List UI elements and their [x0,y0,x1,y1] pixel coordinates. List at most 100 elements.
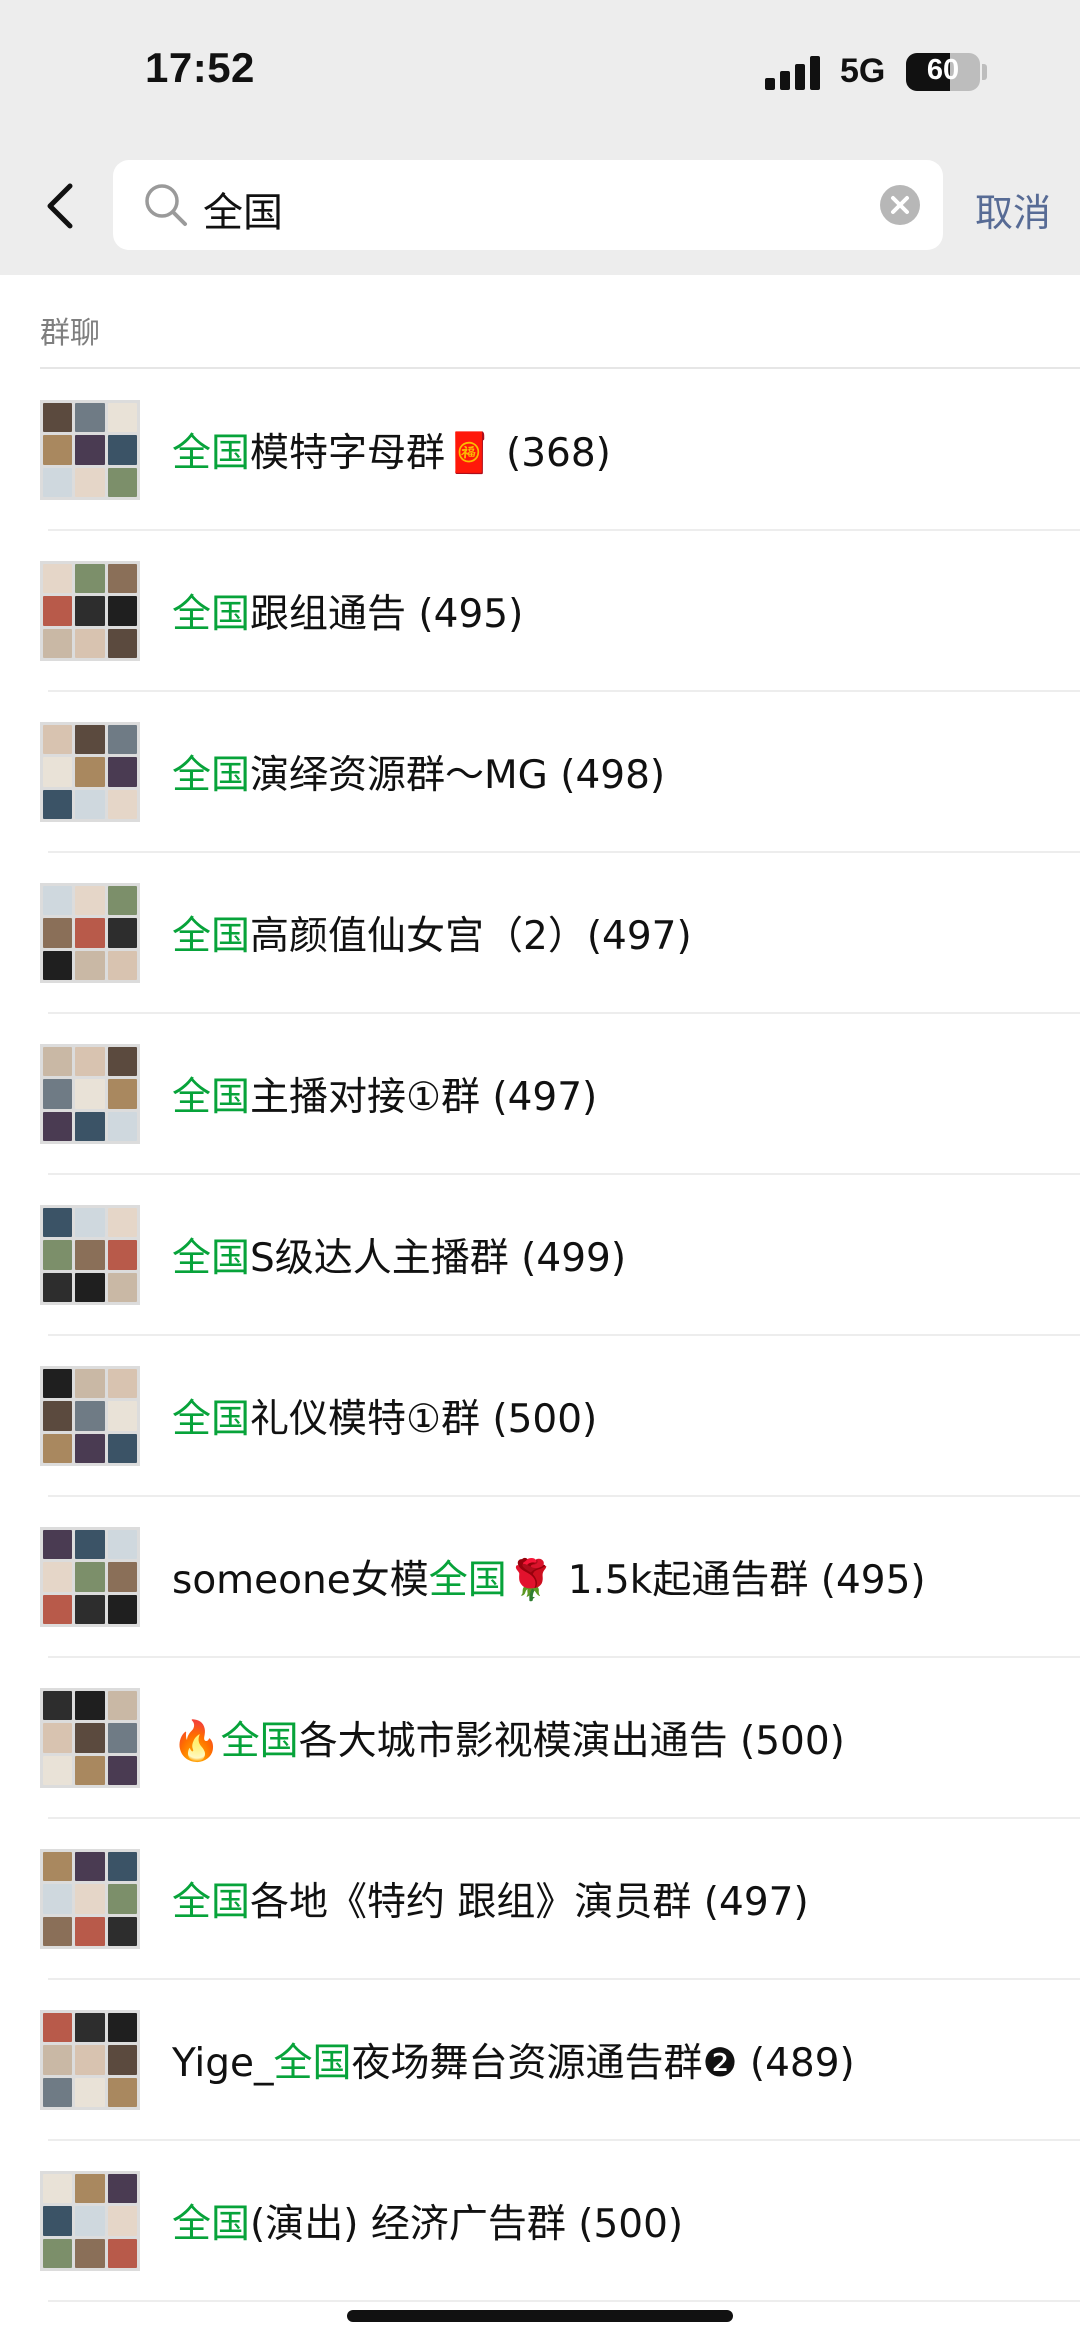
title-highlight: 全国 [172,1236,251,1281]
signal-icon [765,56,821,90]
title-highlight: 全国 [172,914,251,959]
avatar-tile [107,950,137,980]
avatar-tile [43,1433,73,1463]
group-chat-row[interactable]: 全国各地《特约 跟组》演员群 (497) [0,1819,1080,1980]
avatar-tile [75,2206,105,2236]
avatar-tile [107,1272,137,1302]
avatar-tile [75,1047,105,1077]
avatar-tile [43,435,73,465]
back-button[interactable] [40,176,80,236]
avatar-tile [75,1884,105,1914]
avatar-tile [75,403,105,433]
avatar-tile [107,2238,137,2268]
title-text: 礼仪模特①群 (500) [250,1397,598,1442]
avatar-tile [107,1401,137,1431]
group-avatar [40,883,140,983]
group-avatar [40,1688,140,1788]
title-text: 跟组通告 (495) [250,592,524,637]
avatar-tile [107,1111,137,1141]
title-text: 夜场舞台资源通告群❷ (489) [351,2041,855,2086]
avatar-tile [75,1079,105,1109]
avatar-tile [107,1691,137,1721]
avatar-tile [107,2077,137,2107]
group-chat-row[interactable]: 全国模特字母群🧧 (368) [0,370,1080,531]
avatar-tile [107,1562,137,1592]
avatar-tile [107,403,137,433]
group-chat-row[interactable]: Yige_全国夜场舞台资源通告群❷ (489) [0,1980,1080,2141]
avatar-tile [107,757,137,787]
avatar-tile [75,1916,105,1946]
avatar-tile [75,1852,105,1882]
group-chat-title: 全国主播对接①群 (497) [172,1066,597,1122]
cancel-button[interactable]: 取消 [975,182,1051,237]
title-text: 演绎资源群～MG (498) [250,753,666,798]
avatar-tile [75,1691,105,1721]
avatar-tile [43,2206,73,2236]
group-chat-title: 🔥全国各大城市影视模演出通告 (500) [172,1710,845,1766]
title-highlight: 全国 [172,1880,251,1925]
group-chat-row[interactable]: 全国高颜值仙女宫（2）(497) [0,853,1080,1014]
avatar-tile [43,403,73,433]
title-text: 🌹 1.5k起通告群 (495) [506,1558,926,1603]
avatar-tile [107,918,137,948]
group-chat-row[interactable]: someone女模全国🌹 1.5k起通告群 (495) [0,1497,1080,1658]
title-text: 高颜值仙女宫（2）(497) [250,914,692,959]
avatar-tile [75,596,105,626]
avatar-tile [43,886,73,916]
battery-percent: 60 [926,54,960,86]
avatar-tile [75,886,105,916]
group-avatar [40,722,140,822]
title-highlight: 全国 [172,1397,251,1442]
status-time: 17:52 [145,44,255,91]
avatar-tile [43,2045,73,2075]
search-query[interactable]: 全国 [203,180,283,238]
avatar-tile [107,467,137,497]
group-chat-row[interactable]: 全国S级达人主播群 (499) [0,1175,1080,1336]
group-chat-title: 全国S级达人主播群 (499) [172,1227,626,1283]
row-divider [48,2300,1080,2302]
group-avatar [40,561,140,661]
avatar-tile [75,2174,105,2204]
avatar-tile [75,435,105,465]
group-chat-row[interactable]: 全国礼仪模特①群 (500) [0,1336,1080,1497]
avatar-tile [75,1562,105,1592]
group-avatar [40,1527,140,1627]
title-text: someone女模 [172,1558,429,1603]
avatar-tile [75,1594,105,1624]
title-text: 主播对接①群 (497) [250,1075,598,1120]
avatar-tile [43,757,73,787]
avatar-tile [43,789,73,819]
group-chat-row[interactable]: 全国跟组通告 (495) [0,531,1080,692]
avatar-tile [107,564,137,594]
avatar-tile [43,1369,73,1399]
title-text: (演出) 经济广告群 (500) [250,2202,684,2247]
group-avatar [40,1366,140,1466]
avatar-tile [107,2206,137,2236]
clear-search-button[interactable] [880,185,920,225]
avatar-tile [75,564,105,594]
group-avatar [40,2171,140,2271]
chevron-left-icon [47,183,73,229]
title-highlight: 全国 [172,753,251,798]
group-chat-row[interactable]: 🔥全国各大城市影视模演出通告 (500) [0,1658,1080,1819]
avatar-tile [43,1755,73,1785]
avatar-tile [107,1079,137,1109]
avatar-tile [107,1916,137,1946]
group-chat-row[interactable]: 全国主播对接①群 (497) [0,1014,1080,1175]
group-avatar [40,1849,140,1949]
search-icon [145,184,187,226]
group-chat-row[interactable]: 全国(演出) 经济广告群 (500) [0,2141,1080,2302]
group-chat-title: someone女模全国🌹 1.5k起通告群 (495) [172,1549,926,1605]
avatar-tile [107,596,137,626]
title-highlight: 全国 [172,2202,251,2247]
group-chat-row[interactable]: 全国演绎资源群～MG (498) [0,692,1080,853]
search-input[interactable]: 全国 [113,160,943,250]
avatar-tile [75,725,105,755]
title-highlight: 全国 [172,592,251,637]
avatar-tile [43,1047,73,1077]
group-chat-title: 全国高颜值仙女宫（2）(497) [172,905,692,961]
title-highlight: 全国 [172,431,251,476]
avatar-tile [43,950,73,980]
avatar-tile [107,1240,137,1270]
group-chat-title: 全国模特字母群🧧 (368) [172,422,611,478]
